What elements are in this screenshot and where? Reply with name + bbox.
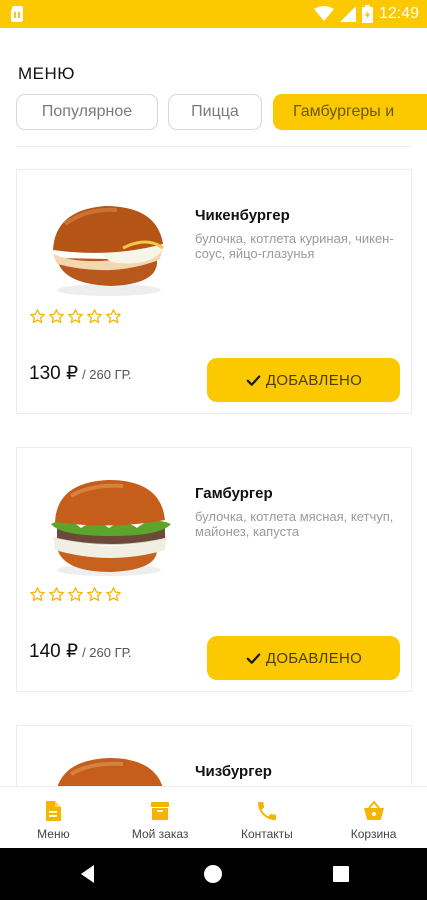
product-weight: / 260 ГР. bbox=[82, 645, 132, 660]
sim-icon bbox=[11, 6, 23, 22]
product-description: булочка, котлета мясная, кетчуп, майонез… bbox=[195, 509, 394, 539]
check-icon bbox=[246, 652, 261, 664]
rating-stars[interactable] bbox=[29, 586, 122, 603]
product-price: 140 ₽/ 260 ГР. bbox=[29, 640, 131, 663]
product-name: Гамбургер bbox=[195, 485, 273, 502]
star-icon[interactable] bbox=[48, 308, 65, 325]
nav-my-order-label: Мой заказ bbox=[131, 827, 189, 841]
product-description: булочка, котлета куриная, чикен-соус, яй… bbox=[195, 231, 394, 261]
product-price: 130 ₽/ 260 ГР. bbox=[29, 362, 131, 385]
nav-contacts[interactable]: Контакты bbox=[214, 787, 321, 848]
recents-icon[interactable] bbox=[328, 861, 354, 887]
chip-popular[interactable]: Популярное bbox=[16, 94, 158, 130]
price-value: 130 ₽ bbox=[29, 363, 79, 384]
chip-pizza[interactable]: Пицца bbox=[168, 94, 262, 130]
rating-stars[interactable] bbox=[29, 308, 122, 325]
added-button-label: ДОБАВЛЕНО bbox=[265, 371, 363, 389]
nav-my-order[interactable]: Мой заказ bbox=[107, 787, 214, 848]
star-icon[interactable] bbox=[86, 308, 103, 325]
system-nav-bar bbox=[0, 848, 427, 900]
product-name: Чизбургер bbox=[195, 763, 272, 780]
star-icon[interactable] bbox=[67, 308, 84, 325]
nav-cart-label: Корзина bbox=[350, 827, 397, 841]
added-button[interactable]: ДОБАВЛЕНО bbox=[207, 636, 400, 680]
home-icon[interactable] bbox=[200, 861, 226, 887]
phone-icon bbox=[257, 802, 276, 820]
divider bbox=[16, 146, 411, 147]
document-icon bbox=[46, 801, 62, 821]
star-icon[interactable] bbox=[86, 586, 103, 603]
battery-icon bbox=[361, 5, 373, 23]
star-icon[interactable] bbox=[105, 586, 122, 603]
price-value: 140 ₽ bbox=[29, 641, 79, 662]
star-icon[interactable] bbox=[67, 586, 84, 603]
added-button[interactable]: ДОБАВЛЕНО bbox=[207, 358, 400, 402]
chickenburger-image bbox=[53, 206, 164, 296]
basket-icon bbox=[363, 800, 384, 820]
page-title: МЕНЮ bbox=[18, 64, 75, 83]
wifi-icon bbox=[313, 6, 334, 21]
chip-burgers[interactable]: Гамбургеры и bbox=[273, 94, 427, 130]
nav-menu[interactable]: Меню bbox=[0, 787, 107, 848]
product-weight: / 260 ГР. bbox=[82, 367, 132, 382]
order-box-icon bbox=[151, 802, 170, 820]
product-card[interactable]: Чикенбургер булочка, котлета куриная, чи… bbox=[16, 169, 412, 414]
star-icon[interactable] bbox=[29, 308, 46, 325]
nav-menu-label: Меню bbox=[37, 827, 70, 841]
bottom-nav: Меню Мой заказ Контакты Корзина bbox=[0, 786, 427, 848]
product-name: Чикенбургер bbox=[195, 207, 290, 224]
status-time: 12:49 bbox=[378, 5, 419, 22]
nav-contacts-label: Контакты bbox=[240, 827, 293, 841]
check-icon bbox=[246, 374, 261, 386]
category-chips: Популярное Пицца Гамбургеры и bbox=[16, 94, 427, 130]
nav-cart[interactable]: Корзина bbox=[320, 787, 427, 848]
product-card[interactable]: Гамбургер булочка, котлета мясная, кетчу… bbox=[16, 447, 412, 692]
star-icon[interactable] bbox=[29, 586, 46, 603]
status-bar: 12:49 bbox=[0, 0, 427, 28]
signal-icon bbox=[339, 6, 356, 22]
added-button-label: ДОБАВЛЕНО bbox=[265, 649, 363, 667]
star-icon[interactable] bbox=[48, 586, 65, 603]
hamburger-image bbox=[51, 480, 171, 576]
back-icon[interactable] bbox=[75, 861, 101, 887]
star-icon[interactable] bbox=[105, 308, 122, 325]
